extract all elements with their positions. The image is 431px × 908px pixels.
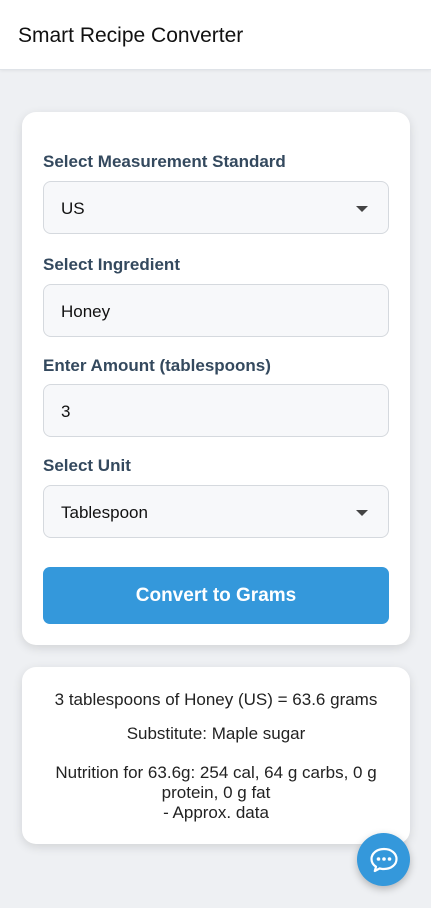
ingredient-label: Select Ingredient	[43, 255, 180, 274]
amount-input[interactable]: 3	[43, 384, 389, 437]
measurement-standard-select[interactable]: US	[43, 181, 389, 234]
chevron-down-icon	[356, 206, 368, 212]
result-card: 3 tablespoons of Honey (US) = 63.6 grams…	[22, 667, 410, 844]
chevron-down-icon	[356, 510, 368, 516]
nutrition-line-3: - Approx. data	[163, 803, 269, 822]
amount-value: 3	[61, 402, 71, 421]
converter-form-card: Select Measurement Standard US Select In…	[22, 112, 410, 645]
app-title: Smart Recipe Converter	[18, 24, 244, 47]
nutrition-line-2: protein, 0 g fat	[161, 783, 271, 802]
unit-label: Select Unit	[43, 456, 131, 475]
ingredient-value: Honey	[61, 302, 111, 321]
chat-bubble-icon	[369, 847, 398, 872]
measurement-standard-value: US	[61, 199, 85, 218]
app-header: Smart Recipe Converter	[0, 0, 431, 70]
nutrition-line-1: Nutrition for 63.6g: 254 cal, 64 g carbs…	[55, 763, 377, 782]
unit-value: Tablespoon	[61, 503, 148, 522]
conversion-result: 3 tablespoons of Honey (US) = 63.6 grams	[54, 690, 378, 709]
unit-select[interactable]: Tablespoon	[43, 485, 389, 538]
ingredient-input[interactable]: Honey	[43, 284, 389, 337]
substitute-text: Substitute: Maple sugar	[126, 724, 306, 743]
chat-button[interactable]	[357, 833, 410, 886]
measurement-standard-label: Select Measurement Standard	[43, 152, 286, 171]
convert-button[interactable]: Convert to Grams	[43, 567, 389, 624]
amount-label: Enter Amount (tablespoons)	[43, 356, 271, 375]
